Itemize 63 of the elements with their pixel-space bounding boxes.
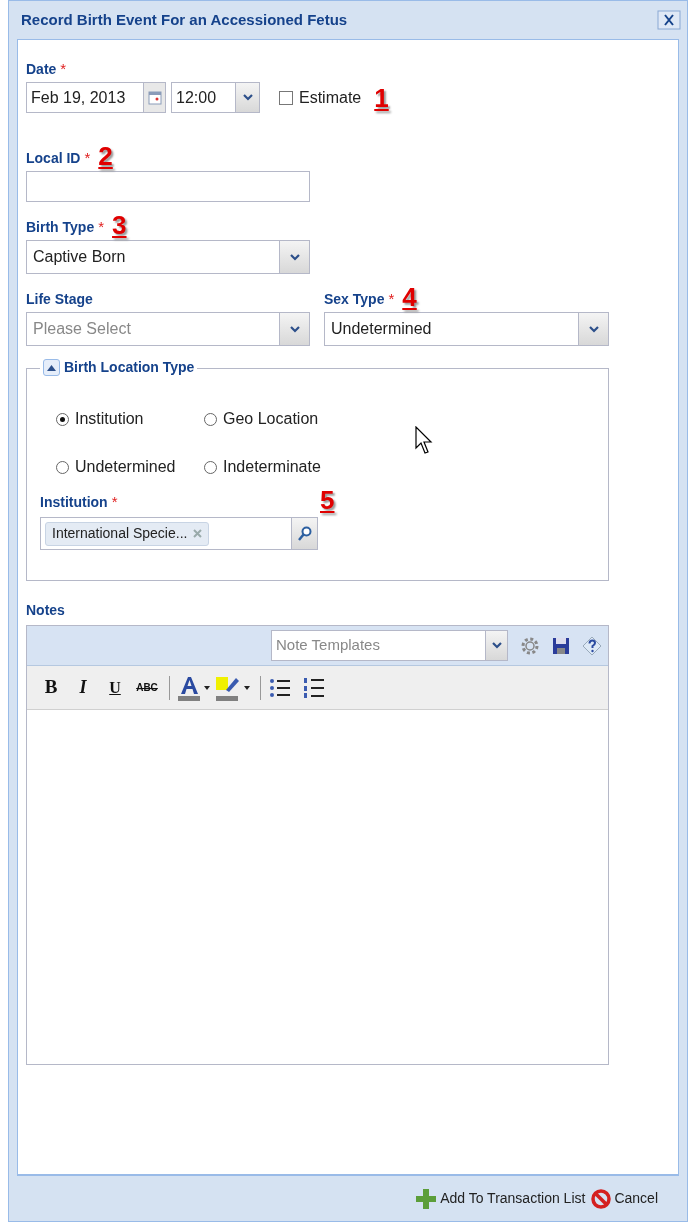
highlight-color-icon[interactable] xyxy=(216,674,252,701)
radio-button[interactable] xyxy=(56,412,69,426)
caret-icon xyxy=(491,642,502,649)
italic-button[interactable]: I xyxy=(69,674,97,701)
strikethrough-button[interactable]: ABC xyxy=(133,674,161,701)
field-label: Life Stage xyxy=(26,290,93,309)
add-button[interactable]: Add To Transaction List xyxy=(415,1187,586,1210)
required-asterisk: * xyxy=(84,147,91,168)
help-icon[interactable] xyxy=(582,635,602,656)
field-label: Sex Type xyxy=(324,290,385,309)
underline-button[interactable]: U xyxy=(101,674,129,701)
field-label: Institution xyxy=(40,493,108,512)
dropdown[interactable]: Please Select xyxy=(26,312,310,346)
calendar-icon[interactable] xyxy=(147,90,162,105)
fieldset-legend: Birth Location Type xyxy=(64,357,195,378)
annotation-number: 2 xyxy=(98,143,113,169)
checkbox[interactable] xyxy=(279,90,293,105)
input-field[interactable] xyxy=(26,171,310,202)
radio-option[interactable]: Undetermined xyxy=(56,455,204,479)
field-label: Notes xyxy=(26,601,65,620)
caret-icon xyxy=(289,253,300,261)
dropdown[interactable]: Undetermined xyxy=(324,312,609,346)
mouse-cursor-icon xyxy=(415,426,433,456)
time-dropdown[interactable]: 12:00 xyxy=(171,82,260,113)
field-label: Date xyxy=(26,60,57,79)
bullet-list-icon[interactable] xyxy=(269,677,291,698)
radio-button[interactable] xyxy=(204,460,217,474)
save-icon[interactable] xyxy=(552,636,570,655)
selected-tag: International Specie... xyxy=(45,521,210,546)
annotation-number: 3 xyxy=(112,212,127,238)
caret-icon xyxy=(289,325,300,333)
window-title: Record Birth Event For an Accessioned Fetus xyxy=(20,9,348,30)
field-label: Birth Type xyxy=(26,218,95,237)
caret-icon xyxy=(588,325,599,333)
institution-field[interactable]: International Specie... xyxy=(40,517,318,550)
plus-icon xyxy=(415,1187,438,1210)
radio-option[interactable]: Indeterminate xyxy=(204,455,354,479)
dropdown[interactable]: Captive Born xyxy=(26,240,310,274)
radio-option[interactable]: Institution xyxy=(56,407,204,431)
annotation-number: 1 xyxy=(374,84,389,111)
cancel-button[interactable]: Cancel xyxy=(591,1188,658,1209)
caret-icon xyxy=(242,94,253,101)
date-field[interactable]: Feb 19, 2013 xyxy=(26,82,166,113)
required-asterisk: * xyxy=(111,491,118,512)
field-label: Local ID xyxy=(26,149,81,168)
no-entry-icon xyxy=(591,1188,612,1209)
required-asterisk: * xyxy=(60,58,67,79)
checkbox-label: Estimate xyxy=(299,87,362,108)
numbered-list-icon[interactable] xyxy=(303,676,325,699)
annotation-number: 4 xyxy=(402,284,417,310)
required-asterisk: * xyxy=(98,216,105,237)
bold-button[interactable]: B xyxy=(37,674,65,701)
search-icon[interactable] xyxy=(297,525,312,542)
radio-button[interactable] xyxy=(204,412,217,426)
collapse-icon[interactable] xyxy=(43,359,60,376)
required-asterisk: * xyxy=(388,288,395,309)
gear-icon[interactable] xyxy=(520,635,540,656)
radio-button[interactable] xyxy=(56,460,69,474)
font-color-icon[interactable] xyxy=(178,674,212,701)
annotation-number: 5 xyxy=(320,485,335,515)
radio-option[interactable]: Geo Location xyxy=(204,407,354,431)
template-dropdown[interactable]: Note Templates xyxy=(271,630,508,661)
close-icon[interactable] xyxy=(657,10,681,30)
